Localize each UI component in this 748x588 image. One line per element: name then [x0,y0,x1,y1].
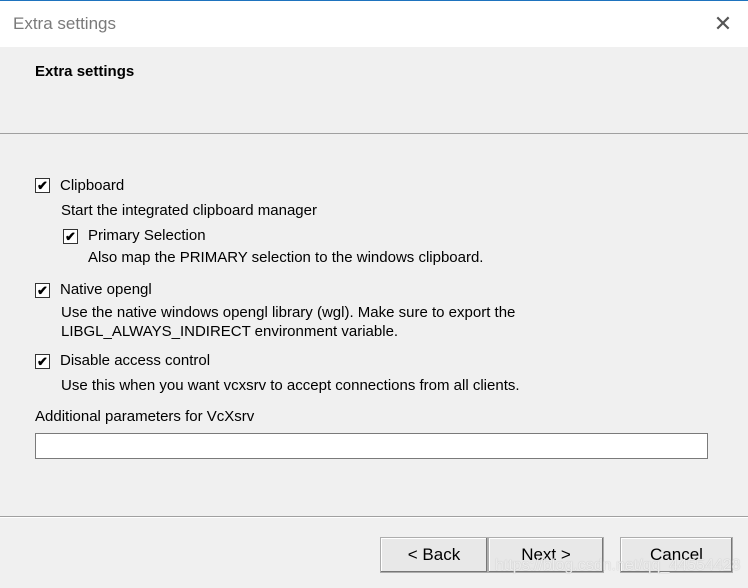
clipboard-checkbox[interactable]: ✔ [35,178,50,193]
native-opengl-description: Use the native windows opengl library (w… [61,304,516,321]
title-bar: Extra settings ✕ [0,0,748,47]
clipboard-label[interactable]: Clipboard [60,177,124,194]
divider [0,516,748,518]
native-opengl-checkbox[interactable]: ✔ [35,283,50,298]
back-button[interactable]: < Back [380,537,488,573]
window-title: Extra settings [13,14,116,33]
additional-parameters-input[interactable] [35,433,708,459]
additional-parameters-label: Additional parameters for VcXsrv [35,408,255,425]
wizard-header: Extra settings [0,47,748,134]
native-opengl-description-2: LIBGL_ALWAYS_INDIRECT environment variab… [61,323,399,340]
native-opengl-label[interactable]: Native opengl [60,281,152,298]
primary-selection-label[interactable]: Primary Selection [88,227,206,244]
disable-access-control-label[interactable]: Disable access control [60,352,210,369]
watermark: https://blog.csdn.net/qq_44554428 [495,557,741,574]
primary-selection-checkbox[interactable]: ✔ [63,229,78,244]
clipboard-description: Start the integrated clipboard manager [61,202,317,219]
page-title: Extra settings [35,63,135,80]
primary-selection-description: Also map the PRIMARY selection to the wi… [88,249,484,266]
disable-access-control-checkbox[interactable]: ✔ [35,354,50,369]
close-icon[interactable]: ✕ [710,11,736,37]
disable-access-control-description: Use this when you want vcxsrv to accept … [61,377,520,394]
